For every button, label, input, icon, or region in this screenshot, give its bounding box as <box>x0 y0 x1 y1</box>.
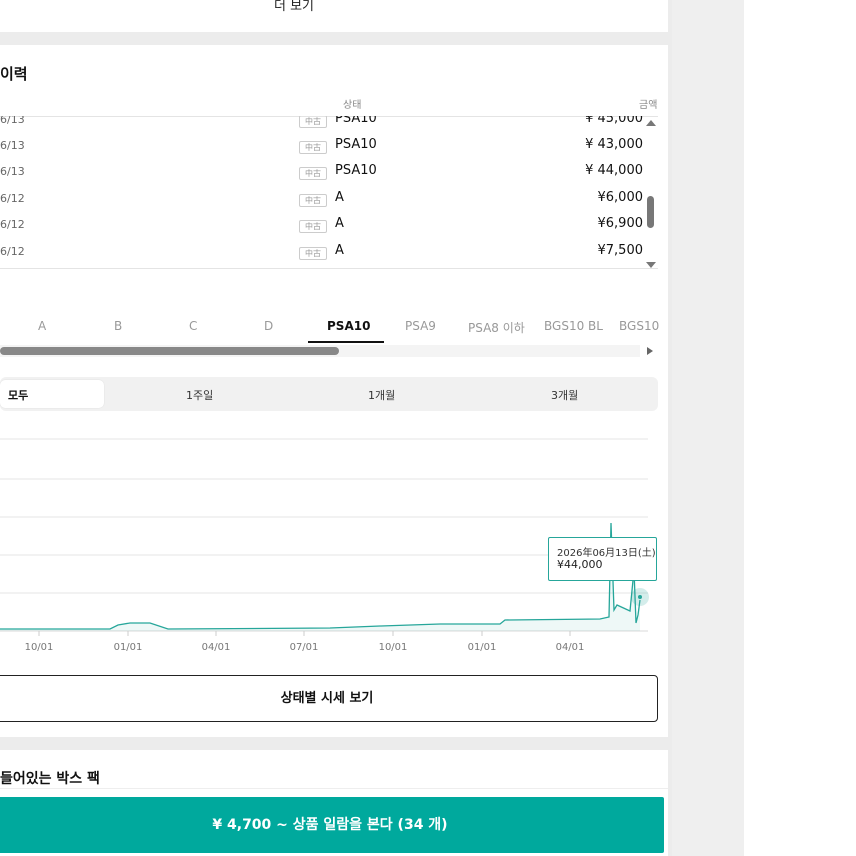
row-date: 6/13 <box>0 139 25 152</box>
row-date: 6/13 <box>0 116 25 126</box>
used-badge: 中古 <box>299 194 327 207</box>
tab-c[interactable]: C <box>189 319 197 333</box>
tab-bgs10[interactable]: BGS10 <box>619 319 659 333</box>
list-divider <box>0 268 658 269</box>
x-tick-label: 07/01 <box>290 642 319 653</box>
right-panel <box>744 0 856 856</box>
period-all-label: 모두 <box>8 389 29 402</box>
scroll-up-arrow-icon[interactable] <box>646 120 656 126</box>
scroll-down-arrow-icon[interactable] <box>646 262 656 268</box>
box-pack-card: 들어있는 박스 팩 ¥ 4,700 ~ 상품 일람을 본다 (34 개) <box>0 750 668 856</box>
tab-d[interactable]: D <box>264 319 273 333</box>
history-row: 6/13 中古 PSA10 ¥ 44,000 <box>0 160 658 186</box>
box-divider <box>0 788 668 789</box>
tooltip-date: 2026年06月13日(土) <box>557 548 656 559</box>
used-badge: 中古 <box>299 247 327 260</box>
row-price: ¥6,900 <box>597 216 644 231</box>
used-badge: 中古 <box>299 220 327 233</box>
row-grade: PSA10 <box>335 163 377 178</box>
scrollbar-thumb[interactable] <box>647 196 654 228</box>
tab-psa8-below[interactable]: PSA8 이하 <box>468 319 525 336</box>
row-price: ¥ 43,000 <box>585 137 643 152</box>
tooltip-value: ¥44,000 <box>557 558 603 571</box>
list-scrollbar[interactable] <box>646 120 656 268</box>
side-gutter <box>672 0 744 856</box>
row-price: ¥ 45,000 <box>585 116 643 126</box>
row-price: ¥6,000 <box>597 190 644 205</box>
period-1week[interactable]: 1주일 <box>186 387 213 403</box>
used-badge: 中古 <box>299 116 327 128</box>
hover-point <box>638 595 642 599</box>
used-badge: 中古 <box>299 167 327 180</box>
period-3months[interactable]: 3개월 <box>551 387 578 403</box>
price-column-header: 금액 <box>639 100 658 111</box>
price-line <box>0 522 641 630</box>
tab-a[interactable]: A <box>38 319 46 333</box>
x-tick-label: 04/01 <box>202 642 231 653</box>
history-row: 6/12 中古 A ¥6,000 <box>0 187 658 213</box>
x-tick-label: 04/01 <box>556 642 585 653</box>
scroll-right-arrow-icon[interactable] <box>647 347 653 355</box>
x-ticks <box>38 631 571 636</box>
period-all[interactable]: 모두 <box>0 380 104 408</box>
price-history-card: 이력 상태 금액 6/13 中古 PSA10 ¥ 45,000 6/13 中古 … <box>0 45 668 737</box>
more-card: 더 보기 <box>0 0 668 32</box>
scrollbar-thumb[interactable] <box>0 347 339 355</box>
x-tick-label: 01/01 <box>114 642 143 653</box>
more-button[interactable]: 더 보기 <box>0 0 588 14</box>
tab-psa9[interactable]: PSA9 <box>405 319 436 333</box>
price-area <box>0 523 640 631</box>
price-by-condition-button[interactable]: 상태별 시세 보기 <box>0 675 658 722</box>
row-price: ¥ 44,000 <box>585 163 643 178</box>
row-date: 6/12 <box>0 245 25 258</box>
row-grade: A <box>335 190 344 205</box>
tab-bgs10-bl[interactable]: BGS10 BL <box>544 319 603 333</box>
row-grade: A <box>335 243 344 258</box>
chart-tooltip: 2026年06月13日(土) ¥44,000 <box>548 537 657 581</box>
tab-b[interactable]: B <box>114 319 122 333</box>
row-grade: PSA10 <box>335 137 377 152</box>
used-badge: 中古 <box>299 141 327 154</box>
row-date: 6/13 <box>0 165 25 178</box>
active-tab-underline <box>308 341 384 343</box>
tabs-scrollbar[interactable] <box>0 345 658 357</box>
row-grade: A <box>335 216 344 231</box>
x-tick-label: 01/01 <box>468 642 497 653</box>
x-tick-label: 10/01 <box>379 642 408 653</box>
grade-tabs: A B C D PSA10 PSA9 PSA8 이하 BGS10 BL BGS1… <box>0 307 659 343</box>
history-list[interactable]: 6/13 中古 PSA10 ¥ 45,000 6/13 中古 PSA10 ¥ 4… <box>0 116 658 268</box>
x-tick-labels: 10/01 01/01 04/01 07/01 10/01 01/01 04/01 <box>25 642 585 653</box>
status-column-header: 상태 <box>343 100 362 111</box>
box-pack-title: 들어있는 박스 팩 <box>0 771 100 787</box>
row-grade: PSA10 <box>335 116 377 126</box>
period-1month[interactable]: 1개월 <box>368 387 395 403</box>
row-price: ¥7,500 <box>597 243 644 258</box>
history-row: 6/12 中古 A ¥7,500 <box>0 240 658 266</box>
history-title: 이력 <box>0 65 28 83</box>
history-row: 6/13 中古 PSA10 ¥ 43,000 <box>0 134 658 160</box>
history-row: 6/13 中古 PSA10 ¥ 45,000 <box>0 116 658 134</box>
row-date: 6/12 <box>0 192 25 205</box>
main-column: 더 보기 이력 상태 금액 6/13 中古 PSA10 ¥ 45,000 6/1… <box>0 0 672 856</box>
tab-psa10[interactable]: PSA10 <box>327 319 370 333</box>
x-tick-label: 10/01 <box>25 642 54 653</box>
history-row: 6/12 中古 A ¥6,900 <box>0 213 658 239</box>
view-products-button[interactable]: ¥ 4,700 ~ 상품 일람을 본다 (34 개) <box>0 797 664 853</box>
period-selector: 모두 1주일 1개월 3개월 <box>0 377 658 411</box>
row-date: 6/12 <box>0 218 25 231</box>
